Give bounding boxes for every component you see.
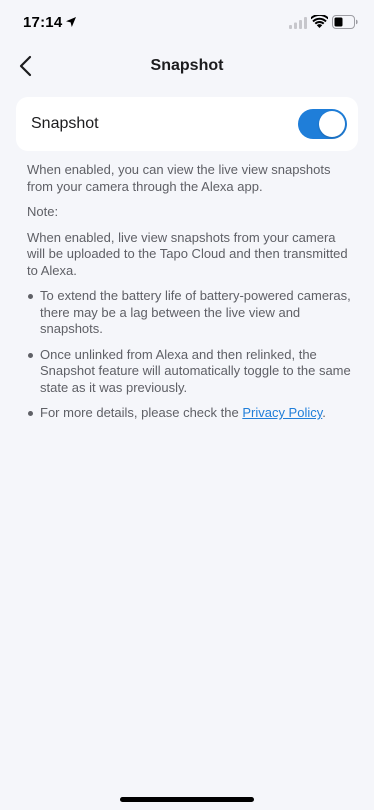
list-item: Once unlinked from Alexa and then relink…	[27, 347, 357, 397]
bullet-dot	[28, 411, 33, 416]
description-section: When enabled, you can view the live view…	[27, 162, 357, 431]
bullet-text: To extend the battery life of battery-po…	[40, 288, 351, 336]
cellular-signal-icon	[289, 17, 307, 29]
home-indicator	[120, 797, 254, 802]
note-text: When enabled, live view snapshots from y…	[27, 229, 348, 278]
wifi-icon	[311, 15, 328, 28]
bullet-dot	[28, 352, 33, 358]
snapshot-setting-label: Snapshot	[31, 115, 99, 132]
nav-bar: Snapshot	[0, 46, 374, 88]
battery-icon	[332, 15, 358, 29]
note-label: Note:	[27, 204, 59, 219]
note-bullet-list: To extend the battery life of battery-po…	[27, 288, 357, 422]
location-arrow-icon	[66, 17, 76, 27]
bullet-dot	[28, 294, 33, 299]
intro-text: When enabled, you can view the live view…	[27, 162, 331, 194]
snapshot-toggle[interactable]	[298, 109, 347, 139]
list-item: For more details, please check the Priva…	[27, 405, 357, 422]
toggle-knob	[319, 111, 345, 137]
list-item: To extend the battery life of battery-po…	[27, 288, 357, 338]
details-suffix-text: .	[322, 405, 326, 420]
status-bar: 17:14	[0, 0, 374, 46]
snapshot-setting-card: Snapshot	[16, 97, 358, 151]
privacy-policy-link[interactable]: Privacy Policy	[242, 405, 322, 420]
page-title: Snapshot	[150, 57, 224, 74]
bullet-text: Once unlinked from Alexa and then relink…	[40, 346, 351, 395]
status-time: 17:14	[23, 14, 63, 31]
details-prefix-text: For more details, please check the	[40, 405, 243, 420]
